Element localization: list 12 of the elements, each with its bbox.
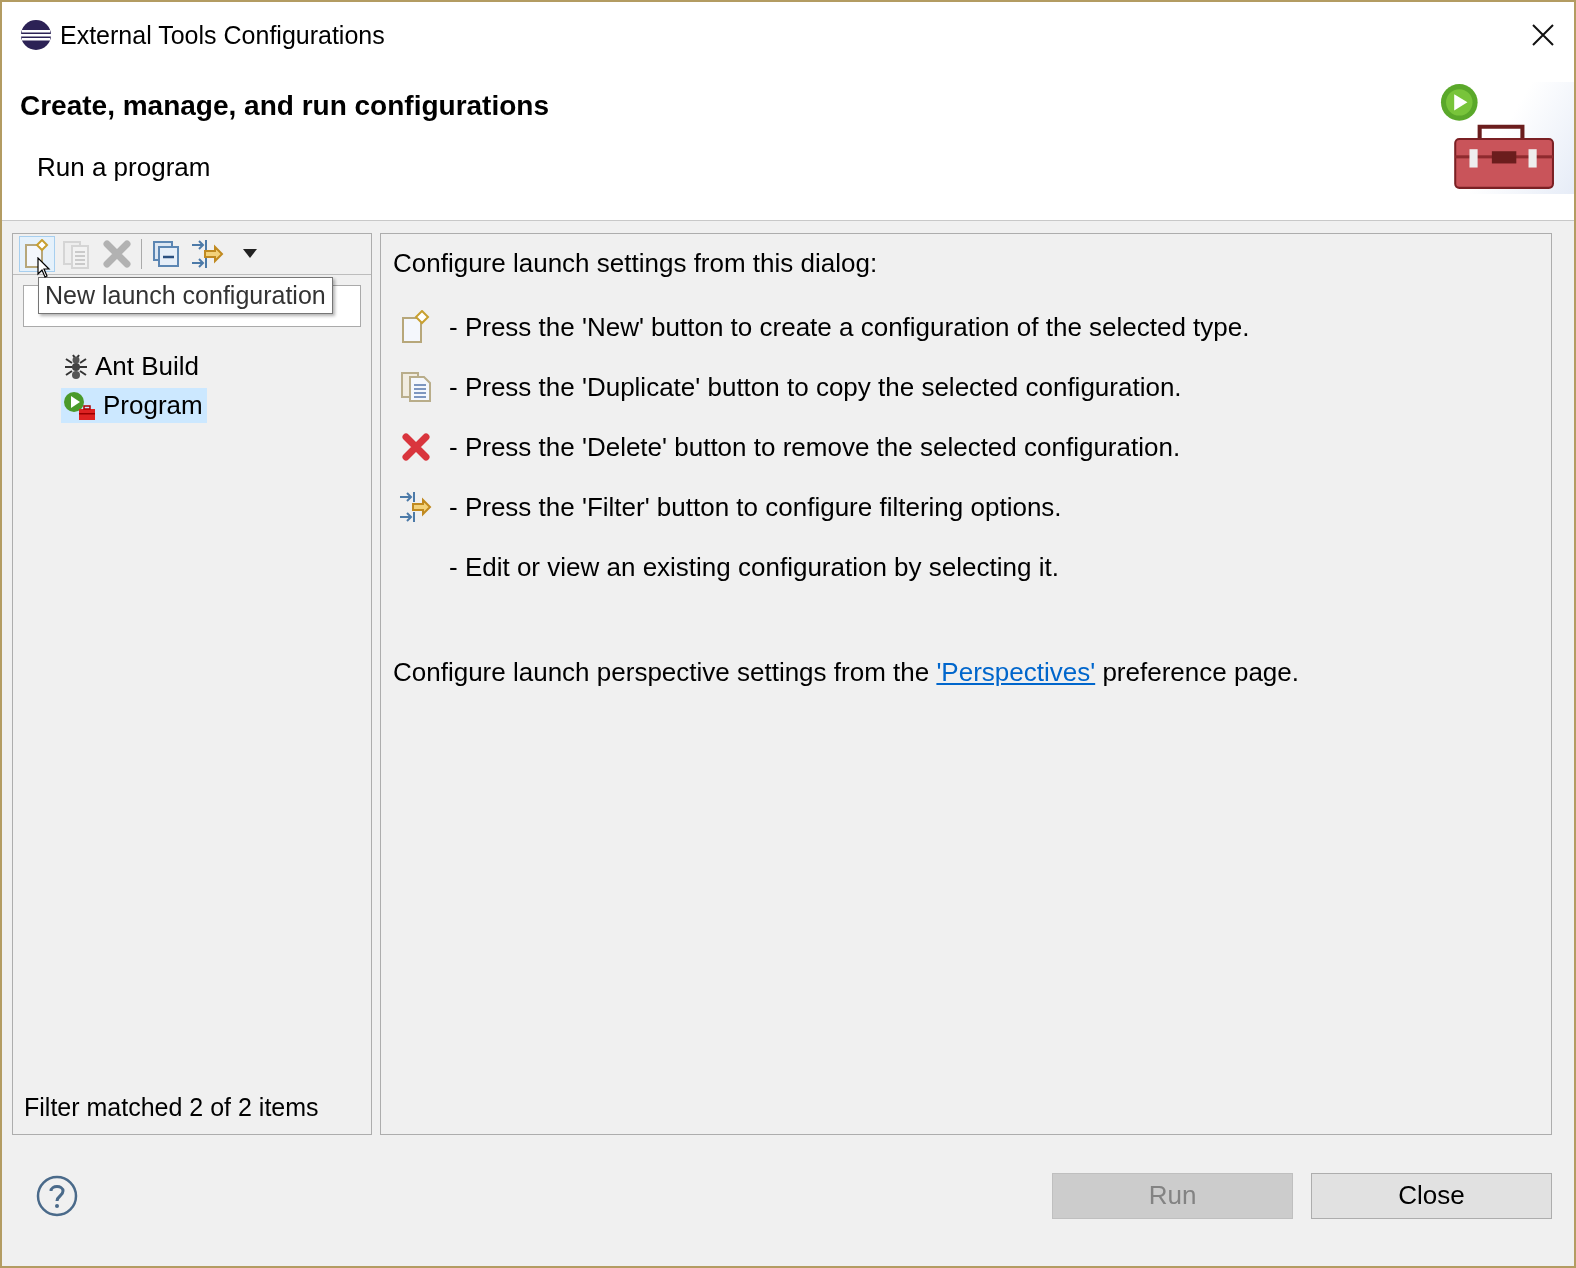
- instruction-text: - Edit or view an existing configuration by selecting it.: [449, 551, 1059, 583]
- dialog-subtitle: Run a program: [37, 152, 211, 183]
- intro-text: Configure launch settings from this dialog:: [393, 248, 878, 279]
- tooltip: New launch configuration: [38, 277, 333, 314]
- perspectives-text: Configure launch perspective settings from the 'Perspectives' preference page.: [393, 657, 1300, 688]
- instruction-text: - Press the 'New' button to create a configuration of the selected type.: [449, 311, 1250, 343]
- dialog-heading: Create, manage, and run configurations: [20, 90, 549, 122]
- instruction-text: - Press the 'Delete' button to remove the selected configuration.: [449, 431, 1181, 463]
- window-title: External Tools Configurations: [60, 20, 386, 50]
- filter-status: Filter matched 2 of 2 items: [23, 1093, 320, 1123]
- instruction-text: - Press the 'Duplicate' button to copy the selected configuration.: [449, 371, 1182, 403]
- instruction-text: - Press the 'Filter' button to configure filtering options.: [449, 491, 1062, 523]
